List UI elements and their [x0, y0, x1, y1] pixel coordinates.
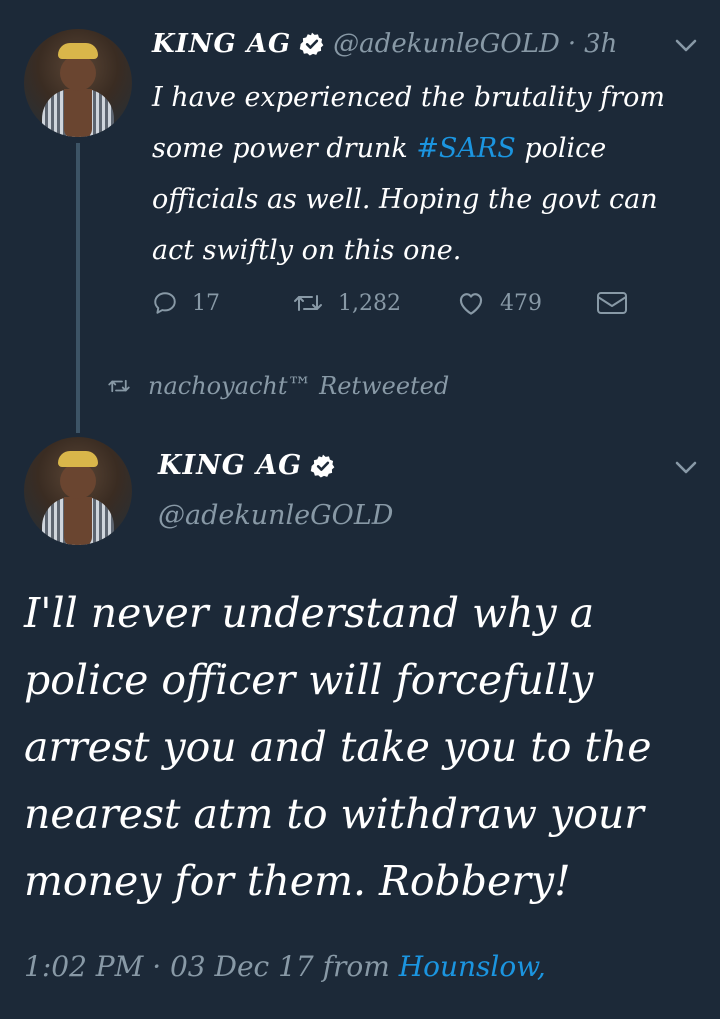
reply-button[interactable]: 17	[152, 290, 292, 316]
tweet-meta: 1:02 PM · 03 Dec 17 from Hounslow,	[24, 950, 546, 983]
like-icon	[459, 293, 483, 315]
tweet-header: KING AG @adekunleGOLD · 3h	[152, 24, 617, 64]
retweet-count: 1,282	[338, 290, 401, 316]
location-link[interactable]: Hounslow,	[399, 950, 546, 983]
user-handle[interactable]: @adekunleGOLD	[333, 24, 560, 64]
direct-message-button[interactable]	[596, 290, 628, 316]
thread-line	[76, 143, 80, 433]
user-name[interactable]: KING AG	[152, 24, 291, 64]
tweet-text: I have experienced the brutality from so…	[152, 72, 697, 276]
like-count: 479	[500, 290, 542, 316]
retweet-button[interactable]: 1,282	[292, 291, 456, 316]
reply-count: 17	[192, 290, 220, 316]
user-handle[interactable]: @adekunleGOLD	[158, 500, 393, 531]
avatar-cap	[58, 451, 98, 467]
tweet-timestamp[interactable]: 1:02 PM · 03 Dec 17 from	[24, 950, 399, 983]
avatar-chest	[64, 497, 92, 545]
tweet-time[interactable]: 3h	[584, 24, 617, 64]
reply-icon	[154, 292, 176, 314]
retweet-icon	[294, 295, 322, 311]
avatar-face	[60, 55, 96, 91]
avatar-cap	[58, 43, 98, 59]
direct-message-icon	[597, 292, 627, 314]
tweet-actions: 17 1,282 479	[152, 290, 628, 316]
user-name-row: KING AG	[158, 446, 336, 486]
retweet-icon	[108, 379, 130, 393]
verified-badge-icon	[311, 454, 335, 478]
separator: ·	[567, 29, 577, 59]
like-button[interactable]: 479	[456, 290, 596, 316]
hashtag-link[interactable]: #SARS	[416, 133, 515, 164]
retweet-context-label: nachoyacht™ Retweeted	[148, 372, 450, 400]
avatar-chest	[64, 89, 92, 137]
avatar[interactable]	[24, 29, 132, 137]
verified-badge-icon	[299, 32, 324, 56]
retweet-context[interactable]: nachoyacht™ Retweeted	[106, 372, 449, 400]
chevron-down-icon[interactable]	[674, 460, 698, 476]
avatar[interactable]	[24, 437, 132, 545]
tweet-text: I'll never understand why a police offic…	[24, 589, 652, 905]
avatar-face	[60, 463, 96, 499]
chevron-down-icon[interactable]	[674, 38, 698, 54]
user-name[interactable]: KING AG	[158, 446, 302, 486]
